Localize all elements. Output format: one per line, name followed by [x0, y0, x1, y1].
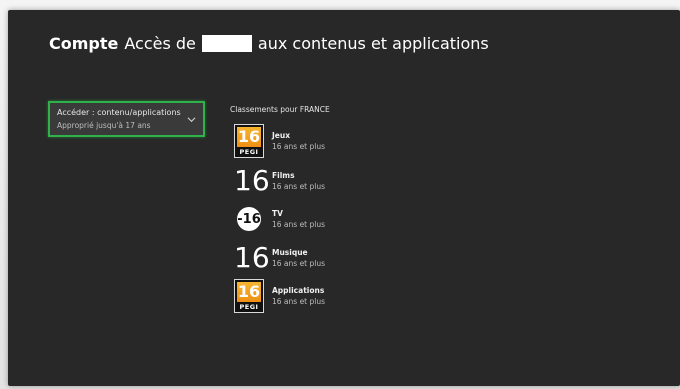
console-screen: Compte Accès de aux contenus et applicat… [8, 10, 680, 386]
rating-age: 16 ans et plus [272, 220, 326, 229]
rating-row-applications: 16 PEGI Applications 16 ans et plus [234, 278, 325, 314]
rating-age: 16 ans et plus [272, 182, 326, 191]
access-level-value: Approprié jusqu'à 17 ans [57, 121, 151, 130]
rating-category: TV [272, 209, 283, 218]
rating-row-tv: -16 TV 16 ans et plus [234, 201, 325, 237]
rating-row-films: 16 Films 16 ans et plus [234, 163, 325, 199]
rating-category: Applications [272, 286, 325, 295]
rating-age: 16 ans et plus [272, 142, 326, 151]
pegi-16-icon: 16 PEGI [234, 279, 264, 313]
title-prefix: Accès de [124, 34, 196, 53]
rating-16-icon: 16 [234, 164, 270, 197]
rating-category: Jeux [272, 131, 291, 140]
rating-age: 16 ans et plus [272, 297, 326, 306]
rating-16-icon: 16 [234, 241, 270, 274]
redacted-username [201, 35, 252, 52]
page-header: Compte Accès de aux contenus et applicat… [49, 34, 489, 53]
rating-category: Musique [272, 248, 308, 257]
pegi-16-icon: 16 PEGI [234, 124, 264, 158]
section-title: Compte [49, 34, 119, 53]
rating-category: Films [272, 171, 295, 180]
ratings-heading: Classements pour FRANCE [230, 105, 330, 114]
rating-row-music: 16 Musique 16 ans et plus [234, 240, 325, 276]
access-level-label: Accéder : contenu/applications [57, 108, 181, 117]
title-suffix: aux contenus et applications [257, 34, 489, 53]
access-level-dropdown[interactable]: Accéder : contenu/applications Approprié… [48, 101, 205, 137]
rating-row-games: 16 PEGI Jeux 16 ans et plus [234, 123, 325, 159]
rating-age: 16 ans et plus [272, 259, 326, 268]
chevron-down-icon [187, 117, 196, 123]
csa-16-icon: -16 [234, 202, 264, 236]
